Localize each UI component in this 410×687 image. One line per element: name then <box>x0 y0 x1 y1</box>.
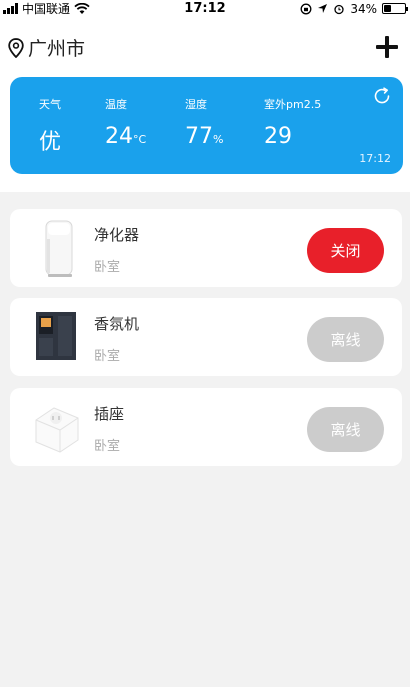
power-off-button[interactable]: 关闭 <box>307 228 384 273</box>
weather-quality: 天气 优 <box>39 96 61 156</box>
location-arrow-icon <box>318 4 328 13</box>
top-area: 中国联通 17:12 34% 广州市 天气 优 温度 24°C 湿度 77% 室… <box>0 0 410 192</box>
device-room: 卧室 <box>94 349 121 364</box>
temperature-unit: °C <box>133 133 147 146</box>
device-room: 卧室 <box>94 439 121 454</box>
battery-level <box>384 5 391 12</box>
humidity: 湿度 77% <box>185 96 223 149</box>
city-selector[interactable]: 广州市 <box>8 34 85 61</box>
alarm-icon <box>334 4 344 14</box>
humidity-value: 77 <box>185 124 213 149</box>
humidity-label: 湿度 <box>185 98 207 111</box>
refresh-icon[interactable] <box>372 86 392 106</box>
temperature-value: 24 <box>105 124 133 149</box>
city-name: 广州市 <box>28 38 86 60</box>
air-purifier-image <box>45 220 73 277</box>
humidity-unit: % <box>213 133 224 146</box>
weather-card: 天气 优 温度 24°C 湿度 77% 室外pm2.5 29 17:12 <box>10 77 403 174</box>
pm25-label: 室外pm2.5 <box>264 98 322 111</box>
aroma-diffuser-image <box>36 312 76 360</box>
location-pin-icon <box>8 37 24 58</box>
device-card-purifier[interactable]: 净化器 卧室 关闭 <box>10 209 402 287</box>
pm25: 室外pm2.5 29 <box>264 96 321 149</box>
status-bar: 中国联通 17:12 34% <box>0 0 410 17</box>
device-name: 净化器 <box>94 226 140 244</box>
device-name: 插座 <box>94 405 125 423</box>
smart-plug-image <box>35 407 79 453</box>
weather-value: 优 <box>39 130 62 155</box>
device-card-plug[interactable]: 插座 卧室 离线 <box>10 388 402 466</box>
temperature-label: 温度 <box>105 98 127 111</box>
device-card-aroma[interactable]: 香氛机 卧室 离线 <box>10 298 402 376</box>
battery-icon <box>382 3 408 14</box>
pm25-value: 29 <box>264 124 292 149</box>
rotation-lock-icon <box>300 3 312 14</box>
weather-updated-time: 17:12 <box>359 152 391 165</box>
temperature: 温度 24°C <box>105 96 146 149</box>
device-name: 香氛机 <box>94 315 140 333</box>
offline-button[interactable]: 离线 <box>307 407 384 452</box>
weather-label: 天气 <box>39 98 61 111</box>
battery-percent: 34% <box>350 1 377 16</box>
header: 广州市 <box>0 32 410 62</box>
device-room: 卧室 <box>94 260 121 275</box>
offline-button[interactable]: 离线 <box>307 317 384 362</box>
plus-icon[interactable] <box>374 34 400 60</box>
status-right: 34% <box>300 0 408 17</box>
